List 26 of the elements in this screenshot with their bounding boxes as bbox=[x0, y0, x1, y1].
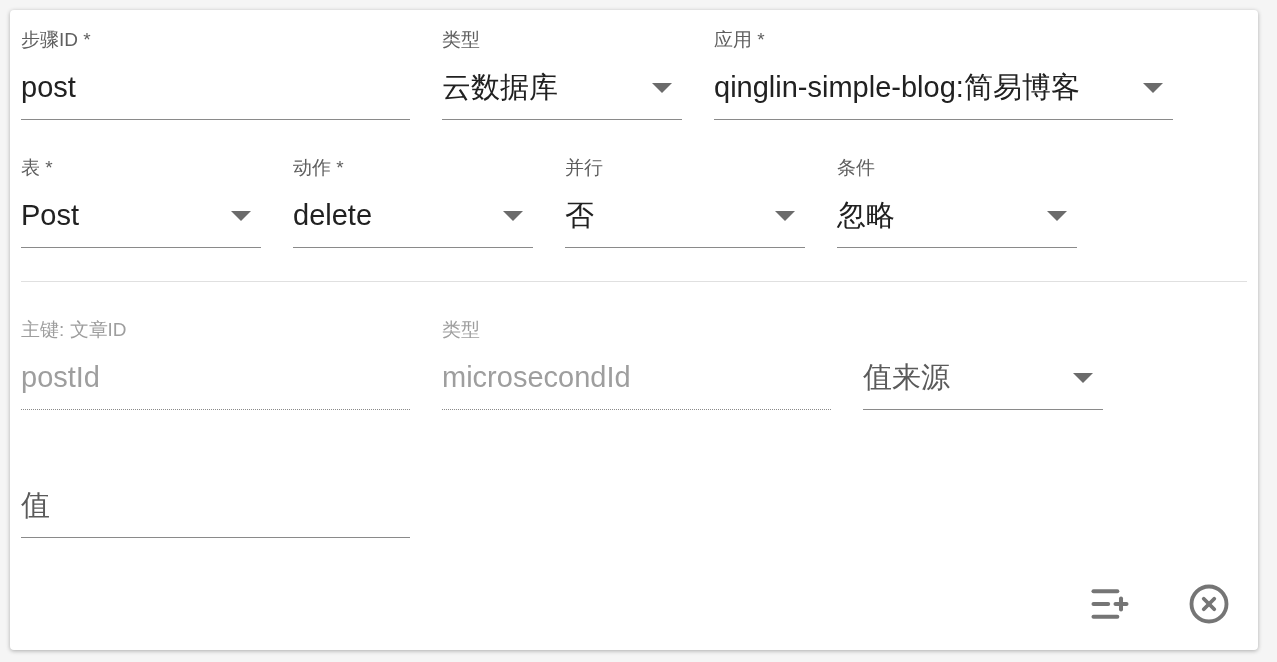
caret-icon bbox=[1073, 372, 1093, 383]
select-field[interactable]: Post bbox=[21, 180, 261, 248]
text-field[interactable]: post bbox=[21, 52, 410, 120]
caret-icon bbox=[775, 210, 795, 221]
field-label: 主键: 文章ID bbox=[21, 319, 127, 340]
caret-icon bbox=[231, 210, 251, 221]
field-label: 类型 bbox=[442, 319, 480, 340]
caret-icon bbox=[1143, 82, 1163, 93]
select-field[interactable]: 否 bbox=[565, 180, 805, 248]
field-label: 表 * bbox=[21, 157, 53, 178]
field-label: 步骤ID * bbox=[21, 29, 91, 50]
field-label: 应用 * bbox=[714, 29, 765, 50]
field-label: 动作 * bbox=[293, 157, 344, 178]
caret-icon bbox=[1047, 210, 1067, 221]
select-field[interactable]: 值来源 bbox=[863, 342, 1103, 410]
select-field[interactable]: delete bbox=[293, 180, 533, 248]
caret-icon bbox=[503, 210, 523, 221]
close-icon[interactable] bbox=[1188, 583, 1230, 625]
select-field[interactable]: 忽略 bbox=[837, 180, 1077, 248]
text-field[interactable]: 值 bbox=[21, 470, 410, 538]
field-label: 条件 bbox=[837, 157, 875, 178]
select-field[interactable]: 云数据库 bbox=[442, 52, 682, 120]
field-label: 类型 bbox=[442, 29, 480, 50]
select-field[interactable]: qinglin-simple-blog:简易博客 bbox=[714, 52, 1173, 120]
caret-icon bbox=[652, 82, 672, 93]
field-label: 并行 bbox=[565, 157, 603, 178]
